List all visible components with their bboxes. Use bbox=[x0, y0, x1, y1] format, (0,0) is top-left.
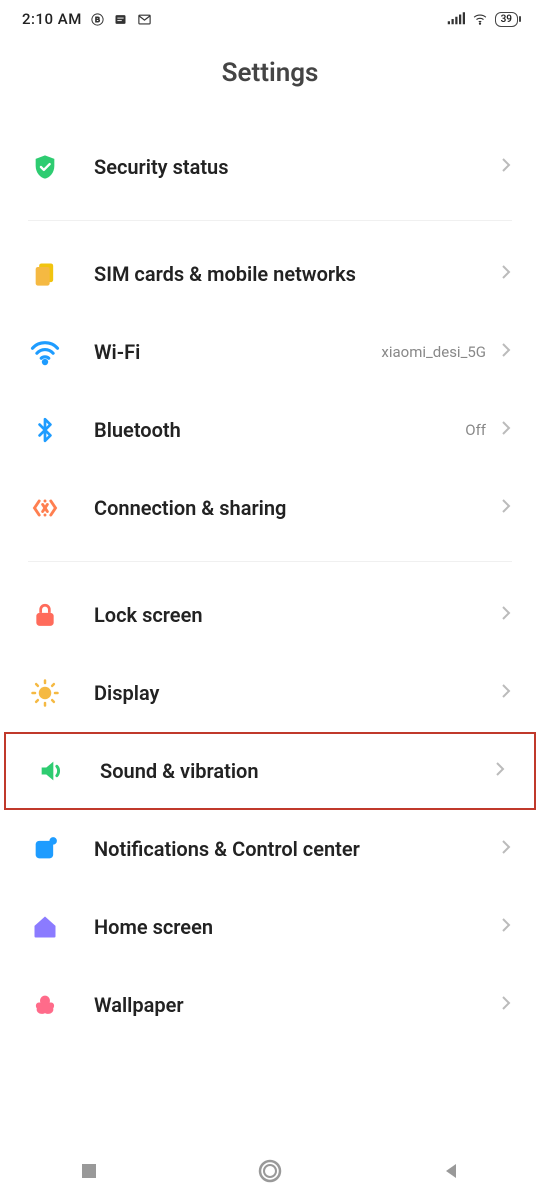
chevron-right-icon bbox=[500, 341, 512, 363]
item-sim[interactable]: SIM cards & mobile networks bbox=[0, 235, 540, 313]
chevron-right-icon bbox=[500, 604, 512, 626]
notification-icon bbox=[28, 832, 62, 866]
item-label: Display bbox=[94, 681, 500, 705]
status-time: 2:10 AM bbox=[22, 10, 82, 28]
navigation-bar bbox=[0, 1146, 540, 1200]
item-label: Wallpaper bbox=[94, 993, 500, 1017]
chevron-right-icon bbox=[500, 838, 512, 860]
chevron-right-icon bbox=[500, 263, 512, 285]
flower-icon bbox=[28, 988, 62, 1022]
chevron-right-icon bbox=[494, 760, 506, 782]
item-notifications[interactable]: Notifications & Control center bbox=[0, 810, 540, 888]
svg-text:B: B bbox=[95, 15, 100, 24]
wifi-status-icon bbox=[471, 12, 489, 26]
chevron-right-icon bbox=[500, 916, 512, 938]
lock-icon bbox=[28, 598, 62, 632]
bitcoin-icon: B bbox=[90, 12, 105, 27]
item-label: Connection & sharing bbox=[94, 496, 500, 520]
settings-list: Security status SIM cards & mobile netwo… bbox=[0, 128, 540, 1044]
speaker-icon bbox=[34, 754, 68, 788]
item-label: Lock screen bbox=[94, 603, 500, 627]
back-button[interactable] bbox=[441, 1161, 461, 1185]
item-home-screen[interactable]: Home screen bbox=[0, 888, 540, 966]
item-label: Bluetooth bbox=[94, 418, 465, 442]
chevron-right-icon bbox=[500, 682, 512, 704]
battery-icon: 39 bbox=[495, 12, 518, 27]
divider bbox=[28, 220, 512, 221]
item-lock-screen[interactable]: Lock screen bbox=[0, 576, 540, 654]
recents-button[interactable] bbox=[79, 1161, 99, 1185]
item-value: Off bbox=[465, 421, 486, 439]
item-sound-vibration[interactable]: Sound & vibration bbox=[4, 732, 536, 810]
item-connection-sharing[interactable]: Connection & sharing bbox=[0, 469, 540, 547]
item-bluetooth[interactable]: Bluetooth Off bbox=[0, 391, 540, 469]
bluetooth-icon bbox=[28, 413, 62, 447]
page-title: Settings bbox=[0, 58, 540, 88]
item-display[interactable]: Display bbox=[0, 654, 540, 732]
item-security-status[interactable]: Security status bbox=[0, 128, 540, 206]
item-label: Notifications & Control center bbox=[94, 837, 500, 861]
sim-icon bbox=[28, 257, 62, 291]
message-icon bbox=[113, 12, 128, 27]
item-label: SIM cards & mobile networks bbox=[94, 262, 500, 286]
chevron-right-icon bbox=[500, 994, 512, 1016]
wifi-icon bbox=[28, 335, 62, 369]
chevron-right-icon bbox=[500, 156, 512, 178]
status-bar: 2:10 AM B 39 bbox=[0, 0, 540, 34]
item-label: Sound & vibration bbox=[100, 759, 494, 783]
item-value: xiaomi_desi_5G bbox=[381, 343, 486, 361]
home-button[interactable] bbox=[257, 1158, 283, 1188]
signal-icon bbox=[447, 12, 465, 26]
sharing-icon bbox=[28, 491, 62, 525]
item-label: Security status bbox=[94, 155, 500, 179]
divider bbox=[28, 561, 512, 562]
chevron-right-icon bbox=[500, 497, 512, 519]
item-wallpaper[interactable]: Wallpaper bbox=[0, 966, 540, 1044]
item-label: Home screen bbox=[94, 915, 500, 939]
sun-icon bbox=[28, 676, 62, 710]
gmail-icon bbox=[136, 12, 153, 27]
chevron-right-icon bbox=[500, 419, 512, 441]
home-icon bbox=[28, 910, 62, 944]
shield-check-icon bbox=[28, 150, 62, 184]
item-wifi[interactable]: Wi-Fi xiaomi_desi_5G bbox=[0, 313, 540, 391]
item-label: Wi-Fi bbox=[94, 340, 381, 364]
